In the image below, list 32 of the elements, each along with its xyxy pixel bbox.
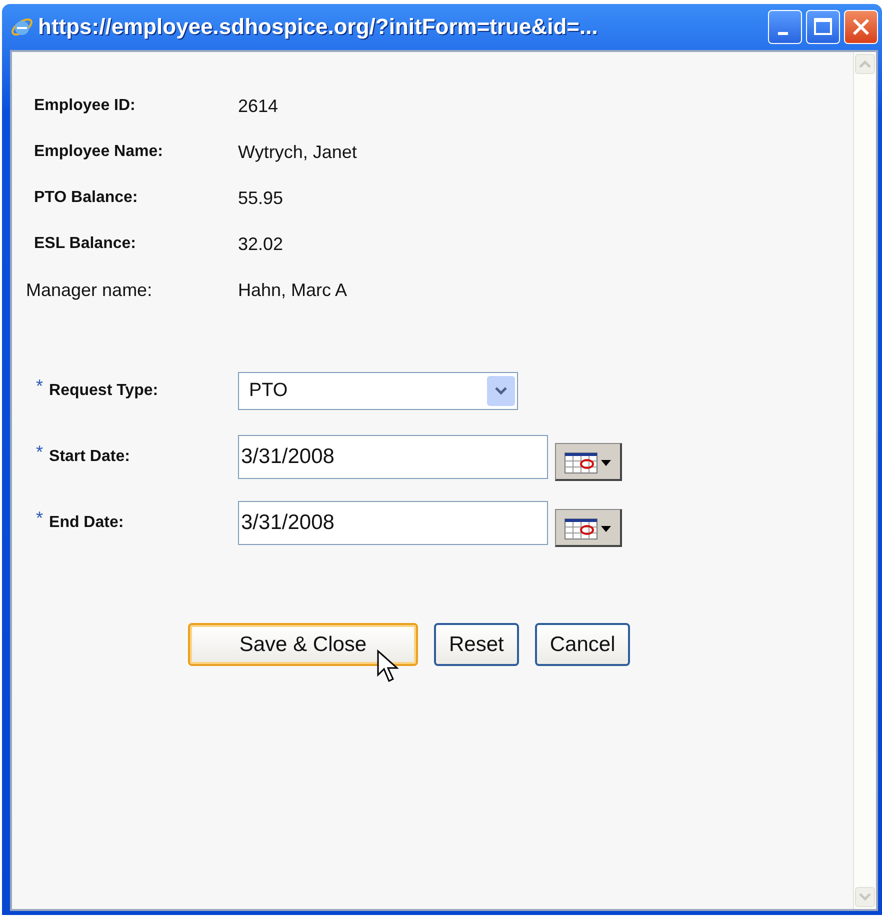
field-label: Manager name:	[26, 280, 154, 300]
field-label: Start Date:	[49, 448, 130, 466]
field-value: 32.02	[238, 234, 284, 254]
chevron-down-icon	[858, 892, 872, 902]
field-label: Employee ID:	[33, 97, 136, 115]
calendar-button[interactable]	[555, 443, 622, 481]
field-label: Request Type:	[49, 382, 158, 400]
field-label: ESL Balance:	[33, 235, 137, 253]
field-label: Employee Name:	[33, 143, 164, 161]
date-field[interactable]: 3/31/2008	[238, 501, 548, 545]
field-value: 2614	[238, 96, 278, 116]
form-button[interactable]: Reset	[434, 623, 519, 666]
minimize-icon	[778, 32, 788, 34]
field-value: 55.95	[238, 188, 284, 208]
form-button[interactable]: Save & Close	[188, 623, 418, 666]
field-label: PTO Balance:	[33, 189, 139, 207]
field-value: Wytrych, Janet	[238, 142, 357, 162]
mouse-pointer-icon	[376, 649, 402, 685]
minimize-button[interactable]	[768, 10, 802, 44]
close-button[interactable]	[844, 10, 878, 44]
form-button[interactable]: Cancel	[534, 623, 630, 666]
calendar-button[interactable]	[555, 509, 622, 547]
required-mark: *	[36, 376, 44, 396]
field-value: Hahn, Marc A	[238, 280, 348, 300]
required-mark: *	[36, 442, 44, 462]
date-field[interactable]: 3/31/2008	[238, 435, 548, 479]
required-mark: *	[36, 508, 44, 528]
chevron-up-icon	[858, 59, 872, 69]
maximize-button[interactable]	[806, 10, 840, 44]
request-type-dropdown[interactable]: PTO	[238, 372, 518, 410]
window-title: https://employee.sdhospice.org/?initForm=true&id=...	[38, 14, 599, 40]
field-label: End Date:	[49, 514, 124, 532]
